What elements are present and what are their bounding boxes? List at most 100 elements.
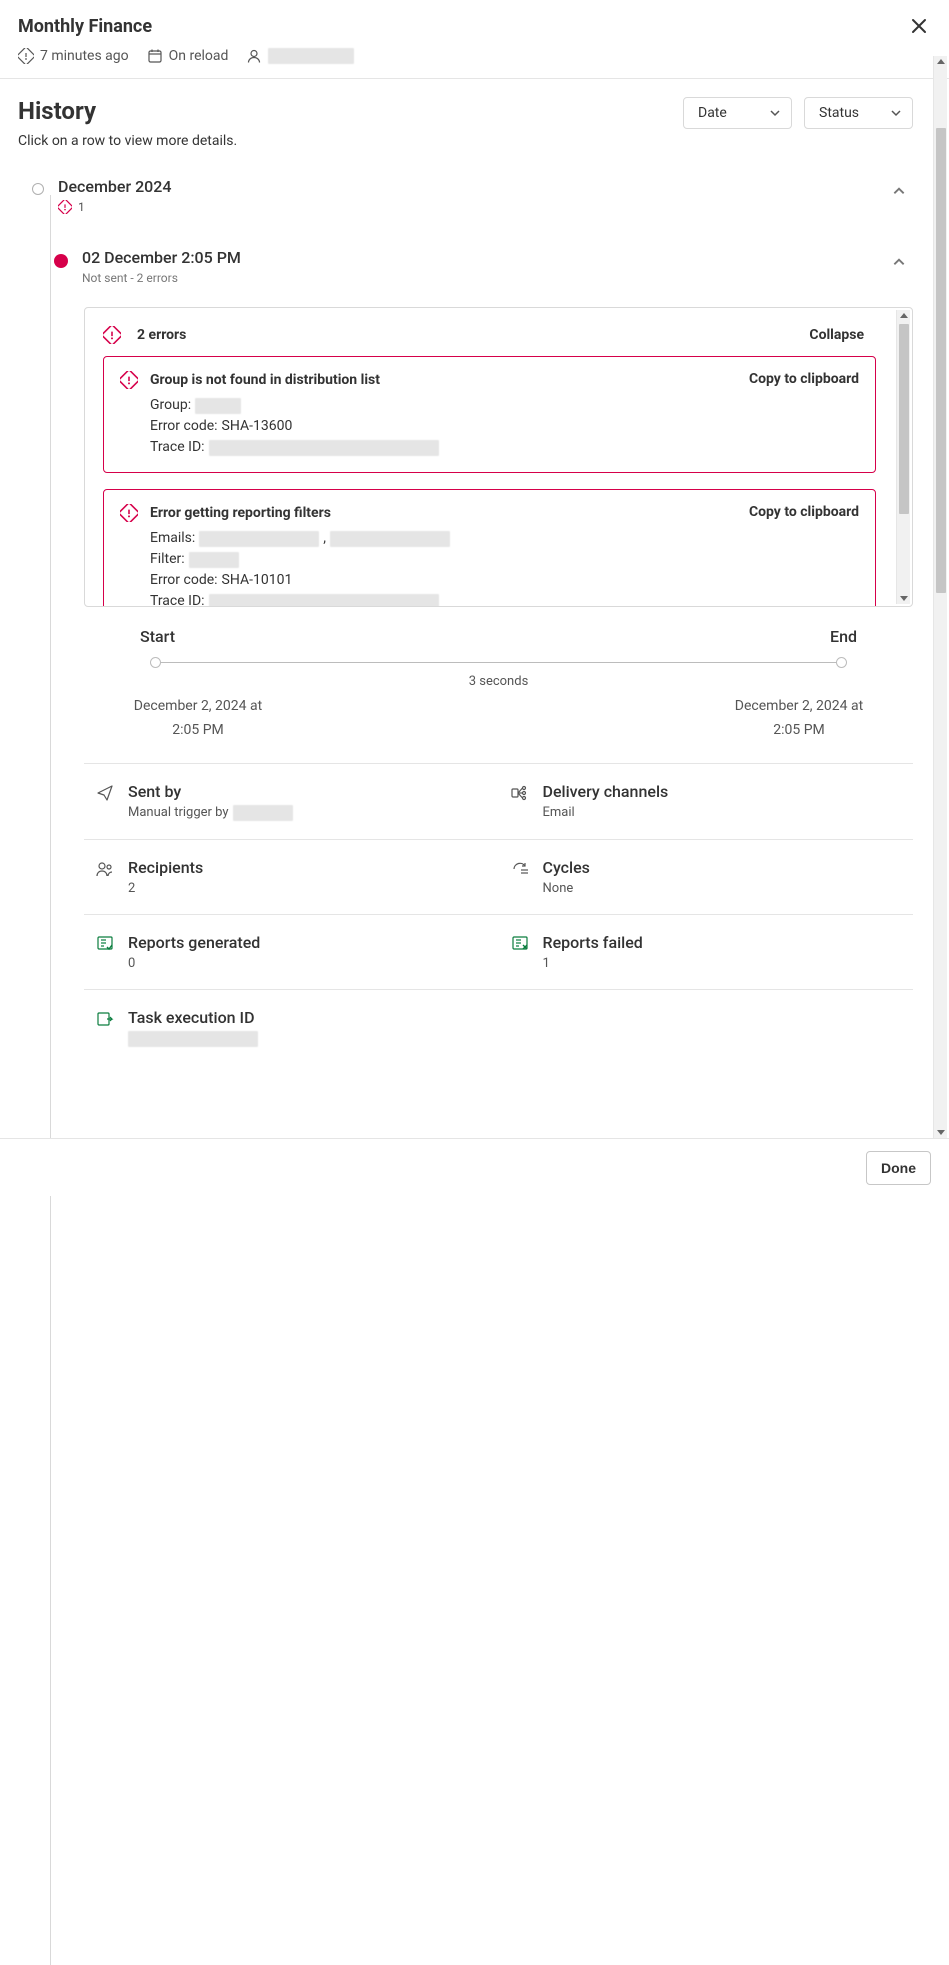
dialog-title: Monthly Finance (18, 16, 152, 37)
duration-start-datetime: December 2, 2024 at 2:05 PM (108, 695, 288, 743)
recipients-cell: Recipients 2 (84, 840, 499, 914)
error-group-label: Group: (150, 395, 191, 416)
error-filter-label: Filter: (150, 549, 185, 570)
copy-to-clipboard-button[interactable]: Copy to clipboard (749, 504, 859, 520)
delivery-cell: Delivery channels Email (499, 764, 914, 839)
duration-length: 3 seconds (96, 674, 901, 689)
delivery-label: Delivery channels (543, 782, 669, 801)
run-collapse-button[interactable] (885, 248, 913, 276)
error-diamond-icon (120, 371, 138, 389)
copy-to-clipboard-button[interactable]: Copy to clipboard (749, 371, 859, 387)
recipients-value: 2 (128, 881, 203, 896)
run-subtitle: Not sent - 2 errors (82, 271, 885, 285)
cycles-icon (511, 858, 529, 878)
month-label: December 2024 (58, 177, 885, 196)
calendar-icon (147, 48, 163, 64)
task-id-label: Task execution ID (128, 1008, 258, 1027)
task-id-value (128, 1031, 258, 1047)
error-card: Group is not found in distribution list … (103, 356, 876, 473)
error-code-label: Error code: (150, 416, 218, 437)
errors-panel-scrollbar-thumb[interactable] (899, 324, 909, 514)
error-diamond-icon (58, 200, 72, 214)
errors-count-label: 2 errors (137, 327, 186, 343)
users-icon (96, 858, 114, 878)
trigger-type: On reload (147, 48, 229, 64)
task-id-icon (96, 1008, 114, 1028)
history-subtitle: Click on a row to view more details. (18, 133, 237, 149)
error-code-label: Error code: (150, 570, 218, 591)
errors-panel: 2 errors Collapse Group is not found in … (84, 307, 913, 607)
error-filter-value (189, 552, 239, 568)
error-emails-value (330, 531, 450, 547)
chevron-down-icon (769, 107, 781, 119)
error-code-value: SHA-13600 (222, 416, 293, 437)
report-fail-icon (511, 933, 529, 953)
last-run: 7 minutes ago (18, 48, 129, 64)
channels-icon (511, 782, 529, 802)
filter-status-dropdown[interactable]: Status (804, 97, 913, 129)
reports-generated-cell: Reports generated 0 (84, 915, 499, 989)
user-icon (246, 48, 262, 64)
month-marker (32, 183, 44, 195)
error-card: Error getting reporting filters Copy to … (103, 489, 876, 607)
duration-end-label: End (830, 627, 857, 646)
run-status-marker (54, 254, 68, 268)
reports-generated-label: Reports generated (128, 933, 260, 952)
recipients-label: Recipients (128, 858, 203, 877)
error-code-value: SHA-10101 (222, 570, 293, 591)
error-diamond-icon (120, 504, 138, 522)
sent-by-prefix: Manual trigger by (128, 805, 229, 820)
sent-by-cell: Sent by Manual trigger by (84, 764, 499, 839)
timeline-line (50, 195, 51, 1965)
month-error-count: 1 (78, 200, 85, 214)
reports-failed-label: Reports failed (543, 933, 643, 952)
error-title: Error getting reporting filters (150, 505, 331, 521)
duration-section: Start End 3 seconds December 2, 2024 at … (84, 627, 913, 743)
chevron-down-icon (890, 107, 902, 119)
duration-start-label: Start (140, 627, 175, 646)
error-emails-label: Emails: (150, 528, 195, 549)
cycles-value: None (543, 881, 590, 896)
report-ok-icon (96, 933, 114, 953)
history-heading: History (18, 97, 237, 125)
warning-diamond-icon (18, 48, 34, 64)
filter-date-dropdown[interactable]: Date (683, 97, 792, 129)
sent-by-user (233, 805, 293, 821)
last-run-text: 7 minutes ago (40, 48, 129, 64)
filter-date-label: Date (698, 105, 727, 121)
chevron-up-icon (892, 184, 906, 198)
reports-generated-value: 0 (128, 956, 260, 971)
error-trace-value (209, 594, 439, 608)
error-trace-label: Trace ID: (150, 591, 205, 607)
main-scrollbar[interactable] (933, 56, 947, 1138)
duration-start-marker (150, 657, 161, 668)
error-trace-value (209, 440, 439, 456)
run-timestamp: 02 December 2:05 PM (82, 248, 885, 267)
reports-failed-cell: Reports failed 1 (499, 915, 914, 989)
error-group-value (195, 398, 241, 414)
header-meta: 7 minutes ago On reload (0, 48, 949, 78)
trigger-type-text: On reload (169, 48, 229, 64)
run-entry[interactable]: 02 December 2:05 PM Not sent - 2 errors (32, 248, 913, 285)
close-button[interactable] (907, 14, 931, 38)
send-icon (96, 782, 114, 802)
done-button[interactable]: Done (866, 1151, 931, 1185)
task-id-cell: Task execution ID (84, 990, 499, 1065)
error-diamond-icon (103, 326, 121, 344)
errors-collapse-link[interactable]: Collapse (809, 327, 864, 343)
close-icon (911, 18, 927, 34)
delivery-value: Email (543, 805, 669, 820)
main-scrollbar-thumb[interactable] (936, 128, 946, 593)
duration-end-marker (836, 657, 847, 668)
cycles-label: Cycles (543, 858, 590, 877)
owner (246, 48, 354, 64)
owner-value (268, 48, 354, 64)
errors-panel-scrollbar[interactable] (896, 310, 910, 604)
error-emails-value (199, 531, 319, 547)
filter-status-label: Status (819, 105, 859, 121)
sent-by-label: Sent by (128, 782, 293, 801)
month-group[interactable]: December 2024 1 (32, 177, 913, 214)
month-collapse-button[interactable] (885, 177, 913, 205)
chevron-up-icon (892, 255, 906, 269)
error-trace-label: Trace ID: (150, 437, 205, 458)
